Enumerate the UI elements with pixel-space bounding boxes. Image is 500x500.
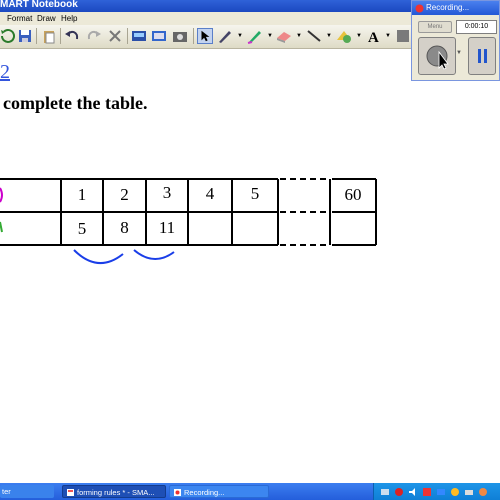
pause-button[interactable]	[468, 37, 496, 75]
alert-icon[interactable]	[394, 487, 404, 497]
security-icon[interactable]	[422, 487, 432, 497]
row-marker	[0, 221, 3, 233]
paste-icon[interactable]	[41, 28, 57, 44]
toolbar-separator	[36, 28, 37, 44]
creative-pen-icon[interactable]	[247, 28, 263, 44]
instruction-text: complete the table.	[3, 93, 148, 113]
chevron-down-icon[interactable]: ▼	[326, 33, 332, 39]
taskbar-item-recording[interactable]: Recording...	[169, 485, 269, 498]
select-arrow-icon[interactable]	[197, 28, 213, 44]
record-button[interactable]	[418, 37, 456, 75]
smart-icon[interactable]	[478, 487, 488, 497]
taskbar: ter forming rules * - SMA... Recording..…	[0, 483, 500, 500]
save-icon[interactable]	[17, 28, 33, 44]
toolbar-separator	[193, 28, 194, 44]
menu-format[interactable]: Format	[7, 14, 32, 23]
network-icon[interactable]	[380, 487, 390, 497]
refresh-icon[interactable]	[0, 28, 16, 44]
chevron-down-icon[interactable]: ▼	[356, 33, 362, 39]
window-title: MART Notebook	[0, 0, 78, 10]
menu-draw[interactable]: Draw	[37, 14, 56, 23]
display-icon[interactable]	[436, 487, 446, 497]
pause-icon	[478, 49, 487, 63]
table-cell: 4	[205, 184, 215, 203]
connection-icon[interactable]	[464, 487, 474, 497]
table-cell: 2	[120, 185, 129, 204]
chevron-down-icon[interactable]: ▼	[237, 33, 243, 39]
notebook-icon	[67, 489, 74, 496]
svg-text:A: A	[368, 30, 379, 44]
table-cell: 5	[77, 219, 87, 238]
record-icon	[415, 4, 424, 13]
screen-shade-icon[interactable]	[131, 28, 147, 44]
text-icon[interactable]: A	[366, 28, 382, 44]
recorder-icon	[174, 489, 181, 496]
chevron-down-icon[interactable]: ▼	[296, 33, 302, 39]
redo-icon[interactable]	[86, 28, 102, 44]
shapes-icon[interactable]	[336, 28, 352, 44]
table-cell: 11	[158, 218, 176, 237]
table-cell: 8	[120, 218, 129, 237]
volume-icon[interactable]	[408, 487, 418, 497]
camera-icon[interactable]	[172, 28, 188, 44]
menu-button[interactable]: Menu	[418, 21, 452, 33]
chevron-down-icon[interactable]: ▼	[267, 33, 273, 39]
recorder-title-bar: Recording...	[412, 1, 499, 15]
full-screen-icon[interactable]	[151, 28, 167, 44]
table-cell: 1	[77, 185, 87, 204]
properties-icon[interactable]	[395, 28, 411, 44]
record-dial-icon	[426, 45, 449, 70]
recording-timer: 0:00:10	[456, 20, 497, 34]
recorder-title: Recording...	[426, 3, 470, 12]
line-icon[interactable]	[306, 28, 322, 44]
taskbar-item-notebook[interactable]: forming rules * - SMA...	[62, 485, 166, 498]
chevron-down-icon[interactable]: ▼	[385, 33, 391, 39]
delete-icon[interactable]	[107, 28, 123, 44]
page-link[interactable]: 2	[0, 61, 10, 84]
recorder-window: Recording... Menu 0:00:10 ▼	[411, 0, 500, 81]
row-marker	[0, 187, 3, 203]
menu-help[interactable]: Help	[61, 14, 77, 23]
table-cell: 60	[344, 185, 362, 204]
difference-arc	[133, 249, 175, 260]
toolbar-separator	[60, 28, 61, 44]
eraser-icon[interactable]	[276, 28, 292, 44]
difference-arc	[73, 249, 124, 264]
undo-icon[interactable]	[64, 28, 80, 44]
toolbar-separator	[127, 28, 128, 44]
system-tray	[373, 483, 500, 500]
chevron-down-icon[interactable]: ▼	[456, 50, 462, 56]
table-cell: 5	[250, 184, 260, 203]
table-cell: 3	[162, 183, 172, 202]
pen-icon[interactable]	[217, 28, 233, 44]
update-icon[interactable]	[450, 487, 460, 497]
taskbar-start-fragment[interactable]: ter	[0, 485, 54, 498]
